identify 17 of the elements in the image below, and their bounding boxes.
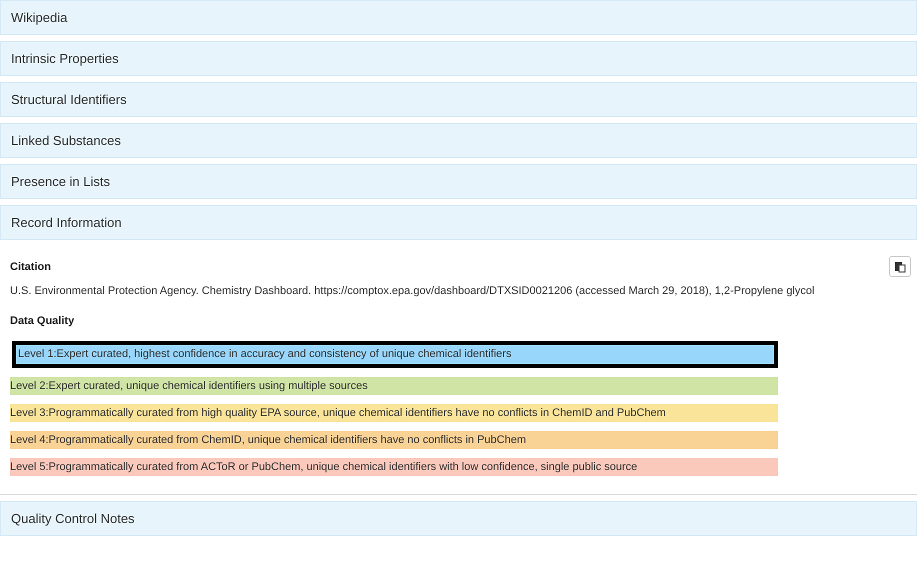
citation-text: U.S. Environmental Protection Agency. Chemistry Dashboard. https://comptox.epa.gov/dashboard/DTXSID0021206 (accessed March 29, 2018), 1,2-Propylene glycol <box>10 284 816 299</box>
quality-level: Level 5:Programmatically curated from ACToR or PubChem, unique chemical identifiers with low confidence, single public source <box>10 458 778 476</box>
section-header[interactable]: Quality Control Notes <box>0 501 917 536</box>
data-quality-heading: Data Quality <box>10 315 76 327</box>
copy-button[interactable] <box>889 256 911 277</box>
section-header[interactable]: Intrinsic Properties <box>0 41 917 76</box>
citation-heading: Citation <box>10 260 51 272</box>
section-header[interactable]: Structural Identifiers <box>0 82 917 117</box>
section-header[interactable]: Presence in Lists <box>0 164 917 199</box>
clipboard-icon <box>894 260 906 272</box>
section-header[interactable]: Linked Substances <box>0 123 917 158</box>
quality-level: Level 1:Expert curated, highest confidence in accuracy and consistency of unique chemical identifiers <box>12 341 778 368</box>
section-header[interactable]: Record Information <box>0 205 917 240</box>
quality-level: Level 2:Expert curated, unique chemical identifiers using multiple sources <box>10 377 778 395</box>
section-header[interactable]: Wikipedia <box>0 0 917 35</box>
quality-level: Level 4:Programmatically curated from ChemID, unique chemical identifiers have no conflicts in PubChem <box>10 431 778 449</box>
quality-level: Level 3:Programmatically curated from high quality EPA source, unique chemical identifiers have no conflicts in ChemID and PubChem <box>10 404 778 422</box>
